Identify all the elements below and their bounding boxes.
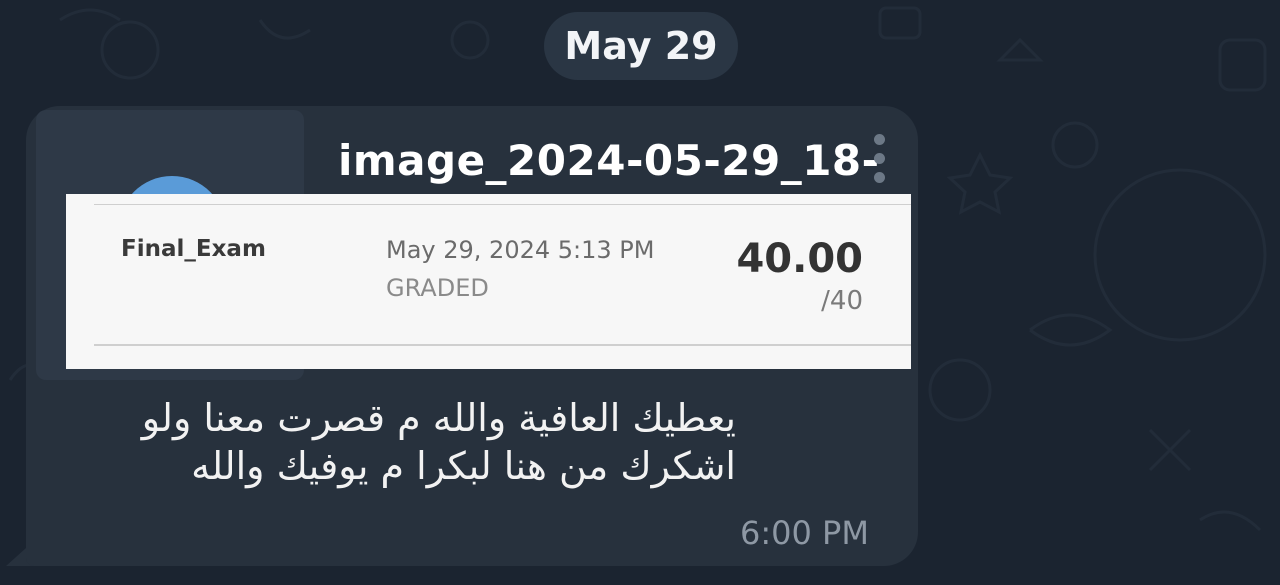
date-separator-label: May 29 (564, 24, 718, 68)
message-text: يعطيك العافية والله م قصرت معنا ولو اشكر… (60, 394, 736, 490)
divider (94, 204, 911, 205)
attachment-preview[interactable]: Final_Exam May 29, 2024 5:13 PM GRADED 4… (66, 194, 911, 369)
submission-date: May 29, 2024 5:13 PM (386, 236, 655, 264)
message-line: يعطيك العافية والله م قصرت معنا ولو (141, 396, 736, 440)
grade-score: 40.00 (736, 236, 863, 282)
grade-status: GRADED (386, 274, 489, 302)
message-time: 6:00 PM (740, 514, 869, 552)
divider (94, 344, 911, 346)
assignment-name: Final_Exam (121, 236, 266, 262)
file-name[interactable]: image_2024-05-29_18- (338, 136, 880, 185)
kebab-menu-icon[interactable] (868, 134, 890, 192)
message-line: اشكرك من هنا لبكرا م يوفيك والله (191, 444, 736, 488)
date-separator: May 29 (544, 12, 738, 80)
grade-total: /40 (821, 286, 863, 316)
